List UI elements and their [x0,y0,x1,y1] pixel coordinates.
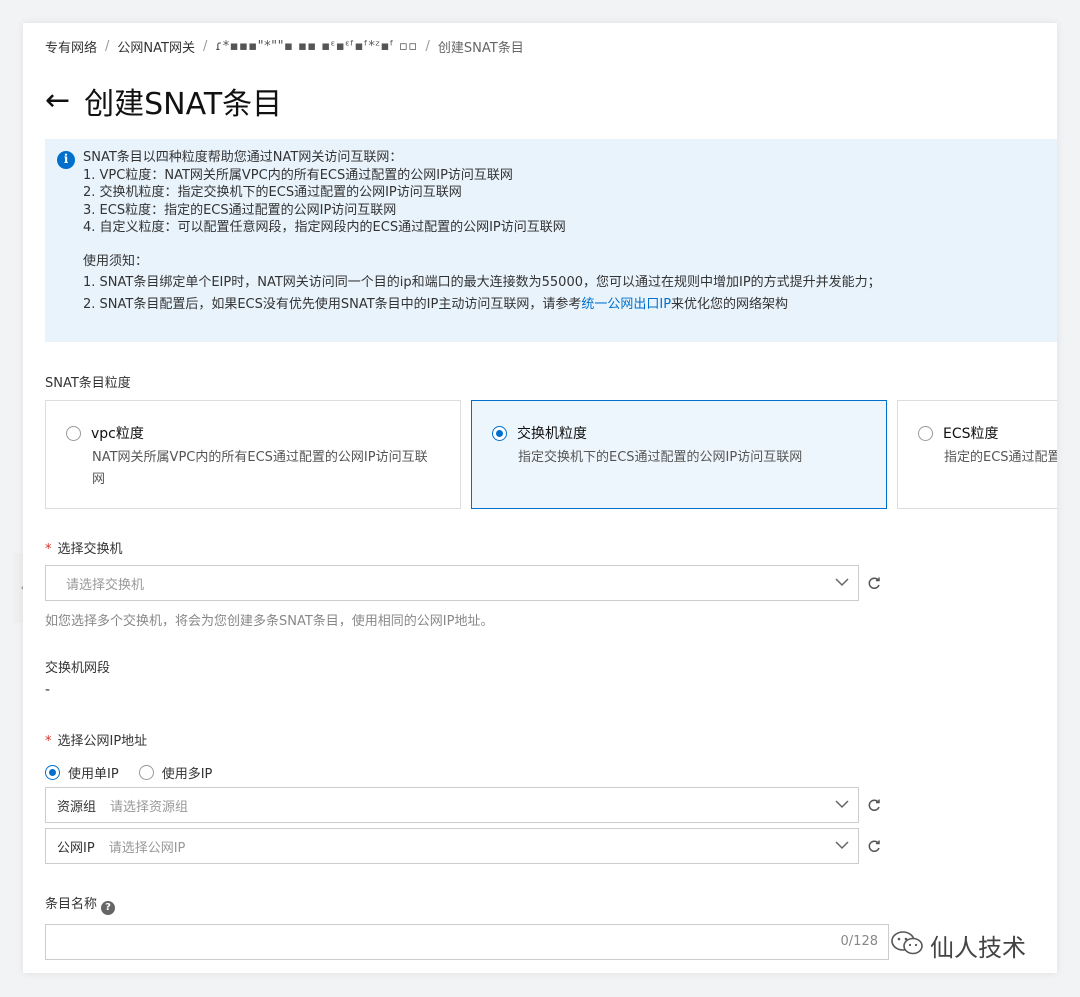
refresh-icon[interactable] [867,575,881,594]
notice-line: 4. 自定义粒度：可以配置任意网段，指定网段内的ECS通过配置的公网IP访问互联… [83,220,566,235]
radio-vswitch[interactable] [492,425,507,441]
refresh-icon[interactable] [867,838,881,857]
required-mark: * [45,542,52,557]
chevron-down-icon[interactable] [834,796,850,816]
watermark: 仙人技术 [890,928,1026,963]
entry-name-label: 条目名称? [45,893,116,915]
info-notice: i SNAT条目以四种粒度帮助您通过NAT网关访问互联网： 1. VPC粒度：N… [45,139,1057,342]
granularity-cards: vpc粒度 NAT网关所属VPC内的所有ECS通过配置的公网IP访问互联网 交换… [45,400,1057,509]
watermark-text: 仙人技术 [930,934,1026,962]
card-title: ECS粒度 [943,426,999,442]
vswitch-label: * 选择交换机 [45,538,123,557]
vswitch-label-text: 选择交换机 [57,542,123,557]
main-panel: 专有网络 / 公网NAT网关 / ɾ*▪▪▪"*""▪ ▪▪ ▪ᵋ▪ᵋᶠ▪ᶠ*ᶻ… [23,23,1057,973]
unified-egress-ip-link[interactable]: 统一公网出口IP [581,297,671,312]
notice-line: 1. VPC粒度：NAT网关所属VPC内的所有ECS通过配置的公网IP访问互联网 [83,167,513,183]
entry-name-label-text: 条目名称 [45,897,98,912]
card-desc: 指定的ECS通过配置的公网IP访问互联网 [944,450,1057,465]
resource-group-placeholder: 请选择资源组 [110,799,189,815]
card-head: 交换机粒度 [492,423,886,443]
resource-group-prefix: 资源组 [57,799,97,815]
public-ip-label: * 选择公网IP地址 [45,730,147,749]
radio-single-ip[interactable] [45,765,60,780]
wechat-icon [890,930,924,962]
notice-note-text: 2. SNAT条目配置后，如果ECS没有优先使用SNAT条目中的IP主动访问互联… [83,296,582,312]
public-ip-prefix: 公网IP [57,840,95,856]
radio-vpc[interactable] [66,425,81,441]
ip-mode-radio-group: 使用单IP 使用多IP [45,763,232,782]
char-counter: 0/128 [840,934,878,949]
notice-notes-title: 使用须知： [83,253,149,269]
granularity-card-vpc[interactable]: vpc粒度 NAT网关所属VPC内的所有ECS通过配置的公网IP访问互联网 [45,400,461,509]
notice-gap [83,237,1057,253]
required-mark: * [45,734,52,749]
public-ip-select[interactable]: 公网IP 请选择公网IP [45,828,859,864]
chevron-down-icon[interactable] [834,837,850,857]
granularity-card-ecs[interactable]: ECS粒度 指定的ECS通过配置的公网IP访问互联网 [897,400,1057,509]
public-ip-placeholder: 请选择公网IP [108,840,186,856]
single-ip-option[interactable]: 使用单IP [45,763,119,782]
breadcrumb-item-instance[interactable]: ɾ*▪▪▪"*""▪ ▪▪ ▪ᵋ▪ᵋᶠ▪ᶠ*ᶻ▪ᶠ ▫▫ [215,39,417,54]
radio-ecs[interactable] [918,425,933,441]
chevron-down-icon[interactable] [834,574,850,594]
card-desc: NAT网关所属VPC内的所有ECS通过配置的公网IP访问互联网 [92,450,428,487]
public-ip-label-text: 选择公网IP地址 [57,734,148,749]
vswitch-cidr-label: 交换机网段 [45,661,111,676]
breadcrumb-separator: / [105,39,110,54]
breadcrumb-item-current: 创建SNAT条目 [437,41,524,56]
card-head: ECS粒度 [918,423,1057,443]
back-arrow-icon[interactable]: ← [45,86,70,116]
entry-name-input[interactable]: 0/128 [45,924,889,960]
vswitch-placeholder: 请选择交换机 [66,577,145,593]
card-desc: 指定交换机下的ECS通过配置的公网IP访问互联网 [518,450,803,465]
single-ip-label: 使用单IP [68,767,119,782]
resource-group-select[interactable]: 资源组 请选择资源组 [45,787,859,823]
page-header: ← 创建SNAT条目 [45,79,282,123]
multi-ip-option[interactable]: 使用多IP [138,763,213,782]
vswitch-hint: 如您选择多个交换机，将会为您创建多条SNAT条目，使用相同的公网IP地址。 [45,614,494,629]
card-head: vpc粒度 [66,423,460,443]
granularity-card-vswitch[interactable]: 交换机粒度 指定交换机下的ECS通过配置的公网IP访问互联网 [471,400,887,509]
notice-note: 2. SNAT条目配置后，如果ECS没有优先使用SNAT条目中的IP主动访问互联… [83,296,1057,314]
card-title: vpc粒度 [91,426,144,442]
vswitch-cidr-value: - [45,682,51,698]
refresh-icon[interactable] [867,797,881,816]
breadcrumb-item-vpc[interactable]: 专有网络 [45,37,97,56]
vswitch-select[interactable]: 请选择交换机 [45,565,859,601]
notice-note: 1. SNAT条目绑定单个EIP时，NAT网关访问同一个目的ip和端口的最大连接… [83,275,881,290]
help-icon[interactable]: ? [101,900,116,915]
info-icon: i [57,151,75,169]
breadcrumb-item-nat[interactable]: 公网NAT网关 [117,37,195,56]
card-title: 交换机粒度 [517,426,587,442]
granularity-label: SNAT条目粒度 [45,376,131,391]
breadcrumb-separator: / [425,39,430,54]
breadcrumb: 专有网络 / 公网NAT网关 / ɾ*▪▪▪"*""▪ ▪▪ ▪ᵋ▪ᵋᶠ▪ᶠ*ᶻ… [45,37,524,56]
notice-note-text: 来优化您的网络架构 [671,296,789,312]
page-title: 创建SNAT条目 [84,87,283,122]
multi-ip-label: 使用多IP [161,767,213,782]
breadcrumb-separator: / [202,39,208,54]
notice-line: SNAT条目以四种粒度帮助您通过NAT网关访问互联网： [83,150,403,165]
radio-multi-ip[interactable] [138,765,154,780]
notice-line: 3. ECS粒度：指定的ECS通过配置的公网IP访问互联网 [83,202,397,218]
notice-line: 2. 交换机粒度：指定交换机下的ECS通过配置的公网IP访问互联网 [83,185,462,200]
